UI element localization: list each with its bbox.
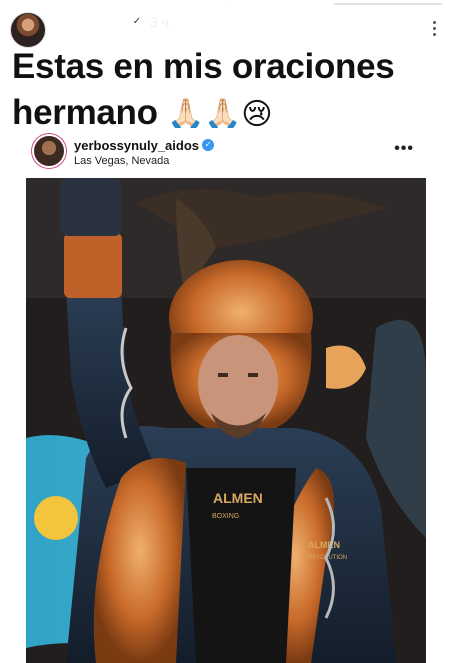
- shirt-logo: ALMEN: [213, 490, 263, 506]
- post-verified-icon: ✓: [202, 139, 214, 151]
- story-progress-segment: [226, 3, 442, 5]
- boxer-photo-illustration: ALMEN BOXING ALMEN REVOLUTION: [26, 178, 426, 663]
- more-options-icon[interactable]: [433, 18, 436, 39]
- verified-badge-icon: ✓: [130, 15, 144, 29]
- post-avatar[interactable]: [34, 136, 64, 166]
- post-photo[interactable]: ALMEN BOXING ALMEN REVOLUTION: [26, 178, 426, 663]
- story-avatar[interactable]: [10, 12, 46, 48]
- robe-logo: ALMEN: [308, 540, 340, 550]
- post-header: yerbossynuly_aidos ✓ Las Vegas, Nevada •…: [26, 128, 426, 176]
- story-progress-segment: [8, 3, 224, 5]
- story-progress: [8, 3, 442, 5]
- story-username[interactable]: canelo: [58, 14, 106, 31]
- post-location[interactable]: Las Vegas, Nevada: [74, 155, 169, 167]
- story-time: 3 ч.: [150, 14, 173, 30]
- story-caption: Estas en mis oraciones hermano 🙏🏻🙏🏻😢: [12, 44, 446, 138]
- post-username[interactable]: yerbossynuly_aidos: [74, 138, 199, 153]
- shared-post-card[interactable]: yerbossynuly_aidos ✓ Las Vegas, Nevada •…: [26, 128, 426, 663]
- shirt-logo-sub: BOXING: [212, 513, 239, 520]
- post-more-icon[interactable]: •••: [394, 140, 414, 158]
- caption-emojis: 🙏🏻🙏🏻😢: [167, 96, 273, 132]
